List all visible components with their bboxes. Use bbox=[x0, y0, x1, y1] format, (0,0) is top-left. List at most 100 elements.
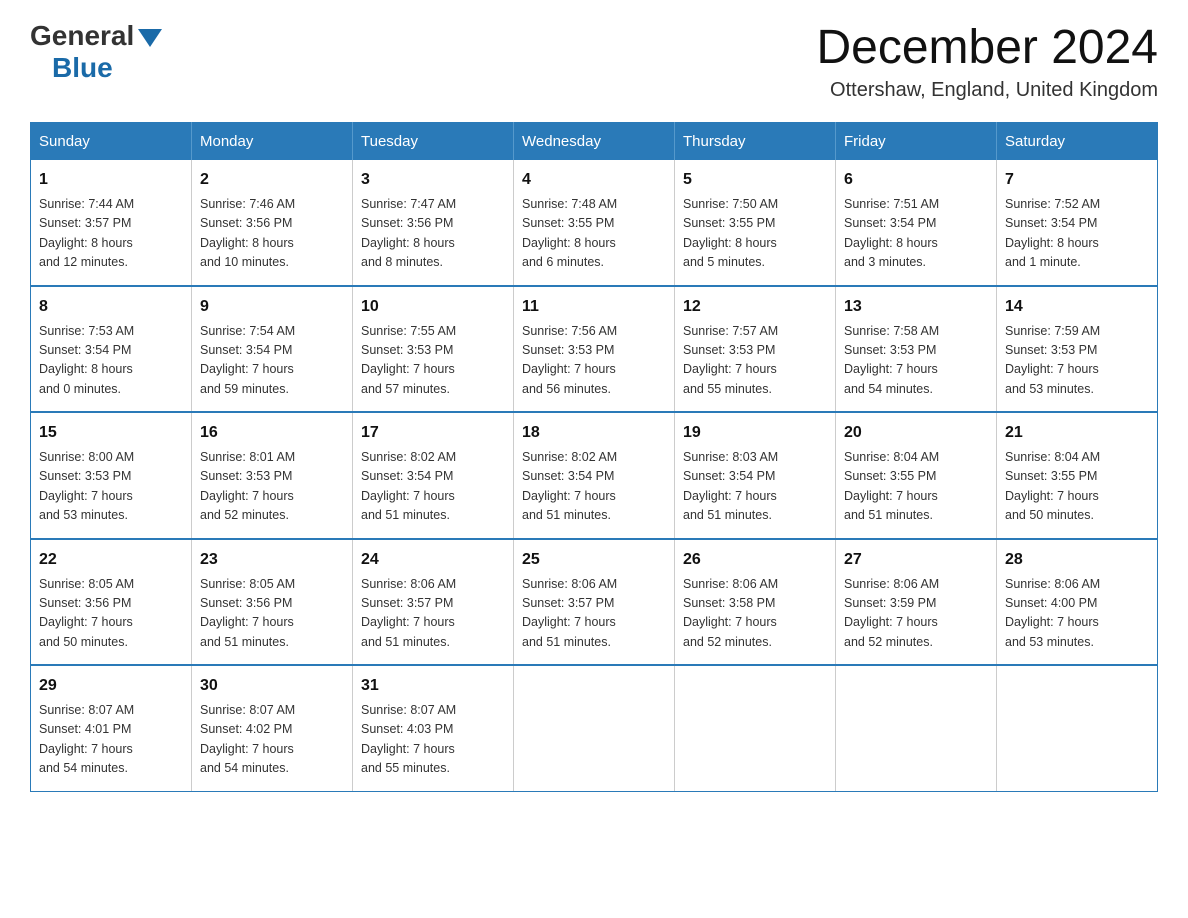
day-info: Sunrise: 8:03 AMSunset: 3:54 PMDaylight:… bbox=[683, 448, 827, 526]
calendar-day-cell: 13 Sunrise: 7:58 AMSunset: 3:53 PMDayligh… bbox=[836, 286, 997, 413]
day-number: 12 bbox=[683, 295, 827, 319]
day-number: 23 bbox=[200, 548, 344, 572]
calendar-weekday-header: Friday bbox=[836, 123, 997, 161]
calendar-day-cell: 29 Sunrise: 8:07 AMSunset: 4:01 PMDayligh… bbox=[31, 665, 192, 791]
month-title: December 2024 bbox=[816, 20, 1158, 75]
day-info: Sunrise: 8:06 AMSunset: 3:57 PMDaylight:… bbox=[522, 575, 666, 653]
day-info: Sunrise: 7:55 AMSunset: 3:53 PMDaylight:… bbox=[361, 322, 505, 400]
day-info: Sunrise: 7:54 AMSunset: 3:54 PMDaylight:… bbox=[200, 322, 344, 400]
day-info: Sunrise: 7:52 AMSunset: 3:54 PMDaylight:… bbox=[1005, 195, 1149, 273]
calendar-day-cell bbox=[836, 665, 997, 791]
day-number: 10 bbox=[361, 295, 505, 319]
day-number: 1 bbox=[39, 168, 183, 192]
calendar-day-cell: 22 Sunrise: 8:05 AMSunset: 3:56 PMDayligh… bbox=[31, 539, 192, 666]
day-number: 20 bbox=[844, 421, 988, 445]
day-info: Sunrise: 8:06 AMSunset: 3:59 PMDaylight:… bbox=[844, 575, 988, 653]
day-info: Sunrise: 8:05 AMSunset: 3:56 PMDaylight:… bbox=[39, 575, 183, 653]
calendar-table: SundayMondayTuesdayWednesdayThursdayFrid… bbox=[30, 122, 1158, 792]
day-info: Sunrise: 8:07 AMSunset: 4:03 PMDaylight:… bbox=[361, 701, 505, 779]
calendar-day-cell: 23 Sunrise: 8:05 AMSunset: 3:56 PMDayligh… bbox=[192, 539, 353, 666]
day-number: 22 bbox=[39, 548, 183, 572]
calendar-week-row: 29 Sunrise: 8:07 AMSunset: 4:01 PMDayligh… bbox=[31, 665, 1158, 791]
logo-general-text: General bbox=[30, 20, 134, 52]
calendar-week-row: 1 Sunrise: 7:44 AMSunset: 3:57 PMDaylight… bbox=[31, 160, 1158, 286]
calendar-day-cell bbox=[514, 665, 675, 791]
title-section: December 2024 Ottershaw, England, United… bbox=[816, 20, 1158, 102]
calendar-day-cell: 10 Sunrise: 7:55 AMSunset: 3:53 PMDayligh… bbox=[353, 286, 514, 413]
calendar-week-row: 15Sunrise: 8:00 AMSunset: 3:53 PMDayligh… bbox=[31, 412, 1158, 539]
day-number: 16 bbox=[200, 421, 344, 445]
calendar-day-cell: 8Sunrise: 7:53 AMSunset: 3:54 PMDaylight… bbox=[31, 286, 192, 413]
day-number: 18 bbox=[522, 421, 666, 445]
day-info: Sunrise: 8:00 AMSunset: 3:53 PMDaylight:… bbox=[39, 448, 183, 526]
calendar-day-cell: 27Sunrise: 8:06 AMSunset: 3:59 PMDayligh… bbox=[836, 539, 997, 666]
calendar-weekday-header: Monday bbox=[192, 123, 353, 161]
calendar-weekday-header: Tuesday bbox=[353, 123, 514, 161]
calendar-day-cell: 31 Sunrise: 8:07 AMSunset: 4:03 PMDayligh… bbox=[353, 665, 514, 791]
calendar-weekday-header: Saturday bbox=[997, 123, 1158, 161]
day-number: 11 bbox=[522, 295, 666, 319]
day-number: 14 bbox=[1005, 295, 1149, 319]
calendar-day-cell: 14 Sunrise: 7:59 AMSunset: 3:53 PMDayligh… bbox=[997, 286, 1158, 413]
calendar-day-cell: 30Sunrise: 8:07 AMSunset: 4:02 PMDayligh… bbox=[192, 665, 353, 791]
calendar-day-cell: 6 Sunrise: 7:51 AMSunset: 3:54 PMDaylight… bbox=[836, 160, 997, 286]
day-info: Sunrise: 7:44 AMSunset: 3:57 PMDaylight:… bbox=[39, 195, 183, 273]
calendar-day-cell: 19Sunrise: 8:03 AMSunset: 3:54 PMDayligh… bbox=[675, 412, 836, 539]
day-number: 17 bbox=[361, 421, 505, 445]
day-number: 26 bbox=[683, 548, 827, 572]
calendar-day-cell: 3 Sunrise: 7:47 AMSunset: 3:56 PMDaylight… bbox=[353, 160, 514, 286]
location-subtitle: Ottershaw, England, United Kingdom bbox=[816, 79, 1158, 102]
day-number: 9 bbox=[200, 295, 344, 319]
day-info: Sunrise: 7:56 AMSunset: 3:53 PMDaylight:… bbox=[522, 322, 666, 400]
calendar-day-cell: 25 Sunrise: 8:06 AMSunset: 3:57 PMDayligh… bbox=[514, 539, 675, 666]
day-number: 21 bbox=[1005, 421, 1149, 445]
logo-general: General bbox=[30, 20, 162, 52]
day-info: Sunrise: 7:47 AMSunset: 3:56 PMDaylight:… bbox=[361, 195, 505, 273]
day-info: Sunrise: 8:07 AMSunset: 4:01 PMDaylight:… bbox=[39, 701, 183, 779]
day-number: 13 bbox=[844, 295, 988, 319]
day-info: Sunrise: 8:05 AMSunset: 3:56 PMDaylight:… bbox=[200, 575, 344, 653]
day-info: Sunrise: 8:06 AMSunset: 4:00 PMDaylight:… bbox=[1005, 575, 1149, 653]
calendar-day-cell: 20 Sunrise: 8:04 AMSunset: 3:55 PMDayligh… bbox=[836, 412, 997, 539]
calendar-day-cell: 16 Sunrise: 8:01 AMSunset: 3:53 PMDayligh… bbox=[192, 412, 353, 539]
day-info: Sunrise: 7:50 AMSunset: 3:55 PMDaylight:… bbox=[683, 195, 827, 273]
day-number: 6 bbox=[844, 168, 988, 192]
calendar-weekday-header: Sunday bbox=[31, 123, 192, 161]
day-info: Sunrise: 8:01 AMSunset: 3:53 PMDaylight:… bbox=[200, 448, 344, 526]
day-info: Sunrise: 7:53 AMSunset: 3:54 PMDaylight:… bbox=[39, 322, 183, 400]
calendar-week-row: 8Sunrise: 7:53 AMSunset: 3:54 PMDaylight… bbox=[31, 286, 1158, 413]
calendar-day-cell: 28Sunrise: 8:06 AMSunset: 4:00 PMDayligh… bbox=[997, 539, 1158, 666]
calendar-day-cell: 18 Sunrise: 8:02 AMSunset: 3:54 PMDayligh… bbox=[514, 412, 675, 539]
day-info: Sunrise: 7:59 AMSunset: 3:53 PMDaylight:… bbox=[1005, 322, 1149, 400]
day-info: Sunrise: 8:04 AMSunset: 3:55 PMDaylight:… bbox=[1005, 448, 1149, 526]
calendar-day-cell: 2Sunrise: 7:46 AMSunset: 3:56 PMDaylight… bbox=[192, 160, 353, 286]
day-info: Sunrise: 7:58 AMSunset: 3:53 PMDaylight:… bbox=[844, 322, 988, 400]
day-info: Sunrise: 8:06 AMSunset: 3:57 PMDaylight:… bbox=[361, 575, 505, 653]
calendar-day-cell: 9 Sunrise: 7:54 AMSunset: 3:54 PMDaylight… bbox=[192, 286, 353, 413]
day-info: Sunrise: 7:51 AMSunset: 3:54 PMDaylight:… bbox=[844, 195, 988, 273]
calendar-day-cell: 11 Sunrise: 7:56 AMSunset: 3:53 PMDayligh… bbox=[514, 286, 675, 413]
day-info: Sunrise: 8:04 AMSunset: 3:55 PMDaylight:… bbox=[844, 448, 988, 526]
logo-blue-text: Blue bbox=[52, 52, 113, 84]
calendar-day-cell: 4Sunrise: 7:48 AMSunset: 3:55 PMDaylight… bbox=[514, 160, 675, 286]
calendar-header-row: SundayMondayTuesdayWednesdayThursdayFrid… bbox=[31, 123, 1158, 161]
day-info: Sunrise: 8:06 AMSunset: 3:58 PMDaylight:… bbox=[683, 575, 827, 653]
day-number: 29 bbox=[39, 674, 183, 698]
calendar-day-cell: 7Sunrise: 7:52 AMSunset: 3:54 PMDaylight… bbox=[997, 160, 1158, 286]
calendar-day-cell: 21 Sunrise: 8:04 AMSunset: 3:55 PMDayligh… bbox=[997, 412, 1158, 539]
day-number: 24 bbox=[361, 548, 505, 572]
day-info: Sunrise: 7:57 AMSunset: 3:53 PMDaylight:… bbox=[683, 322, 827, 400]
day-number: 31 bbox=[361, 674, 505, 698]
logo-arrow-icon bbox=[138, 29, 162, 47]
calendar-day-cell bbox=[997, 665, 1158, 791]
day-number: 3 bbox=[361, 168, 505, 192]
calendar-day-cell: 24 Sunrise: 8:06 AMSunset: 3:57 PMDayligh… bbox=[353, 539, 514, 666]
day-info: Sunrise: 8:02 AMSunset: 3:54 PMDaylight:… bbox=[361, 448, 505, 526]
day-info: Sunrise: 7:46 AMSunset: 3:56 PMDaylight:… bbox=[200, 195, 344, 273]
calendar-day-cell: 17 Sunrise: 8:02 AMSunset: 3:54 PMDayligh… bbox=[353, 412, 514, 539]
calendar-day-cell: 1 Sunrise: 7:44 AMSunset: 3:57 PMDaylight… bbox=[31, 160, 192, 286]
day-info: Sunrise: 7:48 AMSunset: 3:55 PMDaylight:… bbox=[522, 195, 666, 273]
day-info: Sunrise: 8:02 AMSunset: 3:54 PMDaylight:… bbox=[522, 448, 666, 526]
calendar-week-row: 22 Sunrise: 8:05 AMSunset: 3:56 PMDayligh… bbox=[31, 539, 1158, 666]
day-number: 25 bbox=[522, 548, 666, 572]
